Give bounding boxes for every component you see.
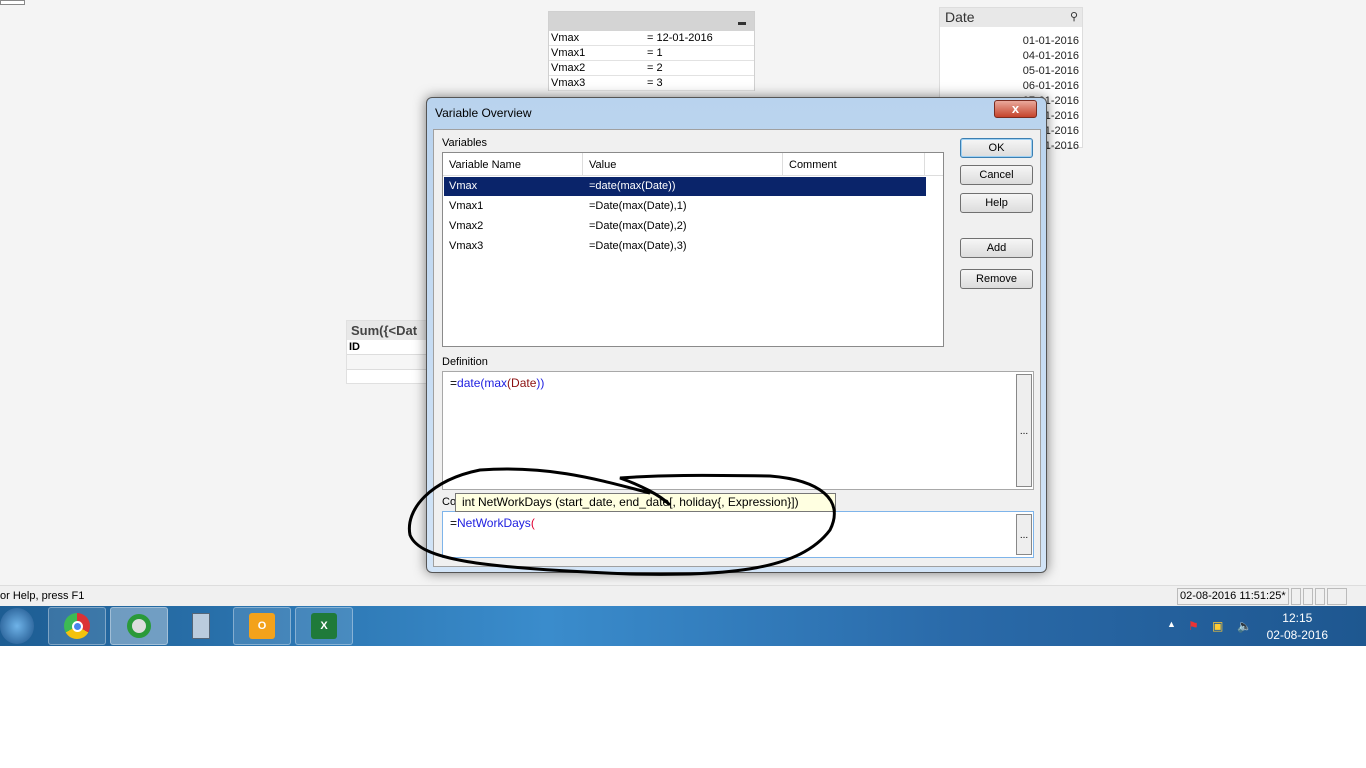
remove-button[interactable]: Remove <box>960 269 1033 289</box>
variables-list[interactable]: Variable Name Value Comment Vmax =date(ma… <box>442 152 944 347</box>
close-button[interactable]: x <box>994 100 1037 118</box>
column-comment[interactable]: Comment <box>783 153 925 175</box>
table-row: Vmax2 = 2 <box>549 61 754 76</box>
chrome-icon <box>64 613 90 639</box>
list-item[interactable]: 05-01-2016 <box>940 64 1082 79</box>
cancel-button[interactable]: Cancel <box>960 165 1033 185</box>
calculator-taskbar-button[interactable] <box>172 607 230 645</box>
clock[interactable]: 12:15 02-08-2016 <box>1267 610 1328 644</box>
excel-icon: X <box>311 613 337 639</box>
definition-label: Definition <box>442 356 488 368</box>
chart-title: Sum({<Dat <box>347 321 427 340</box>
windows-start-icon[interactable] <box>0 608 34 644</box>
column-variable-name[interactable]: Variable Name <box>443 153 583 175</box>
qlikview-taskbar-button[interactable] <box>110 607 168 645</box>
outlook-icon: O <box>249 613 275 639</box>
outlook-taskbar-button[interactable]: O <box>233 607 291 645</box>
list-item[interactable]: 04-01-2016 <box>940 49 1082 64</box>
variable-row[interactable]: Vmax3 =Date(max(Date),3) <box>444 237 926 256</box>
table-row: Vmax3 = 3 <box>549 76 754 91</box>
list-item[interactable]: 01-01-2016 <box>940 34 1082 49</box>
volume-icon[interactable]: 🔈 <box>1237 619 1252 633</box>
status-bar: or Help, press F1 02-08-2016 11:51:25* <box>0 585 1366 606</box>
toolbar-icon[interactable] <box>0 0 25 5</box>
table-row: Vmax1 = 1 <box>549 46 754 61</box>
definition-browse-button[interactable]: ... <box>1016 374 1032 487</box>
add-button[interactable]: Add <box>960 238 1033 258</box>
calculator-icon <box>192 613 210 639</box>
qlikview-icon <box>127 614 151 638</box>
minimize-icon[interactable] <box>738 22 746 25</box>
comment-browse-button[interactable]: ... <box>1016 514 1032 555</box>
variable-row[interactable]: Vmax2 =Date(max(Date),2) <box>444 217 926 236</box>
column-value[interactable]: Value <box>583 153 783 175</box>
action-center-icon[interactable]: ⚑ <box>1188 619 1199 633</box>
taskbar: O X ▲ ⚑ ▣ 🔈 12:15 02-08-2016 <box>0 606 1366 646</box>
network-icon[interactable]: ▣ <box>1212 619 1223 633</box>
listbox-title: Date <box>945 9 975 25</box>
ok-button[interactable]: OK <box>960 138 1033 158</box>
help-button[interactable]: Help <box>960 193 1033 213</box>
hand-drawn-circle-annotation <box>407 467 836 576</box>
show-hidden-icons[interactable]: ▲ <box>1167 619 1176 629</box>
table-row: Vmax = 12-01-2016 <box>549 31 754 46</box>
variable-row[interactable]: Vmax1 =Date(max(Date),1) <box>444 197 926 216</box>
status-timestamp: 02-08-2016 11:51:25* <box>1177 588 1289 605</box>
list-item[interactable]: 06-01-2016 <box>940 79 1082 94</box>
excel-taskbar-button[interactable]: X <box>295 607 353 645</box>
search-icon[interactable]: ⚲ <box>1070 8 1078 27</box>
status-help-text: or Help, press F1 <box>0 590 85 602</box>
chrome-taskbar-button[interactable] <box>48 607 106 645</box>
variables-table-box: Vmax = 12-01-2016 Vmax1 = 1 Vmax2 = 2 Vmax3… <box>548 11 755 91</box>
variables-label: Variables <box>442 137 488 149</box>
dialog-title: Variable Overview <box>435 106 532 120</box>
chart-box: Sum({<Dat ID <box>346 320 428 384</box>
column-header: ID <box>347 340 427 355</box>
variable-row[interactable]: Vmax =date(max(Date)) <box>444 177 926 196</box>
